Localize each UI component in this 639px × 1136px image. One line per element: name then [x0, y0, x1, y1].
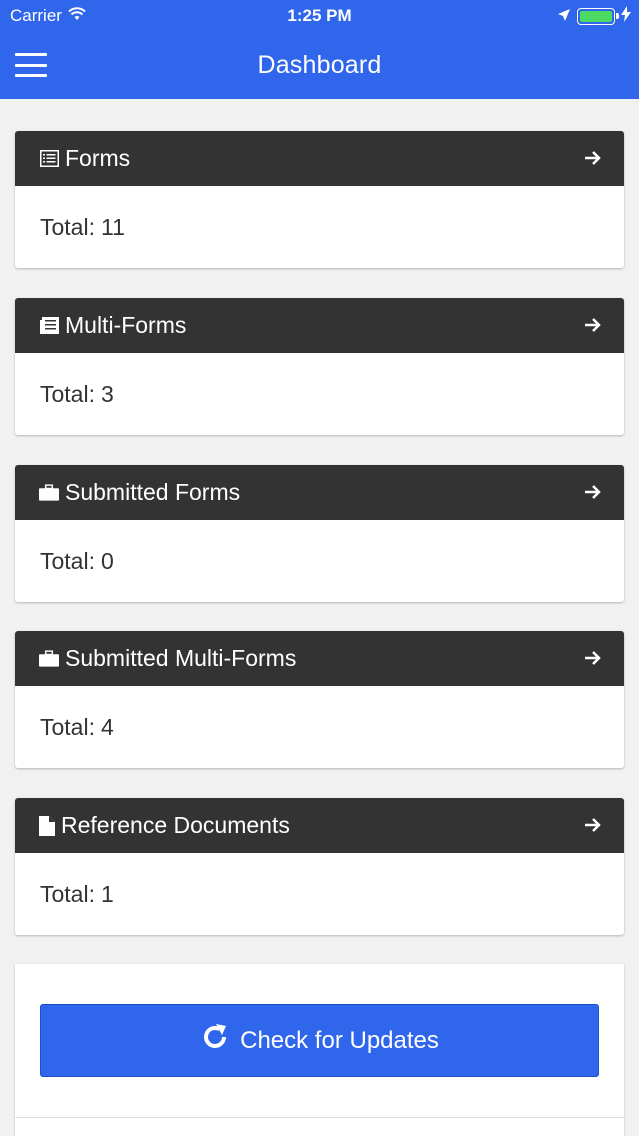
status-time: 1:25 PM	[287, 6, 352, 25]
multi-forms-card-body: Total: 3	[15, 353, 624, 435]
submitted-multi-forms-total-value: 4	[100, 713, 114, 740]
submitted-forms-card-body: Total: 0	[15, 520, 624, 602]
reference-documents-card-title: Reference Documents	[61, 812, 290, 838]
arrow-right-icon[interactable]	[584, 646, 602, 672]
update-card: Check for Updates	[15, 964, 624, 1136]
divider	[15, 1117, 624, 1118]
submitted-multi-forms-card-title: Submitted Multi-Forms	[65, 645, 297, 671]
location-arrow-icon	[557, 7, 571, 27]
check-for-updates-button[interactable]: Check for Updates	[40, 1004, 599, 1077]
total-label: Total:	[40, 213, 95, 240]
app-header: Dashboard	[0, 33, 639, 99]
forms-total-value: 11	[100, 213, 125, 240]
reference-documents-card: Reference Documents Total: 1	[15, 798, 624, 935]
status-bar: Carrier 1:25 PM	[0, 0, 639, 33]
check-for-updates-label: Check for Updates	[240, 1026, 439, 1054]
submitted-multi-forms-card: Submitted Multi-Forms Total: 4	[15, 631, 624, 768]
arrow-right-icon[interactable]	[584, 313, 602, 339]
reference-documents-card-header[interactable]: Reference Documents	[15, 798, 624, 853]
submitted-multi-forms-card-header[interactable]: Submitted Multi-Forms	[15, 631, 624, 686]
multi-forms-card: Multi-Forms Total: 3	[15, 298, 624, 435]
bolt-icon	[621, 6, 631, 27]
submitted-forms-card-header[interactable]: Submitted Forms	[15, 465, 624, 520]
submitted-forms-total-value: 0	[100, 547, 114, 574]
multi-forms-card-header[interactable]: Multi-Forms	[15, 298, 624, 353]
submitted-forms-card-title: Submitted Forms	[65, 479, 241, 505]
arrow-right-icon[interactable]	[584, 813, 602, 839]
file-icon	[39, 815, 55, 836]
battery-icon	[577, 8, 619, 25]
forms-card-body: Total: 11	[15, 186, 624, 268]
reference-documents-total-value: 1	[100, 880, 114, 907]
page-title: Dashboard	[257, 51, 382, 79]
multi-forms-card-title: Multi-Forms	[65, 312, 187, 338]
total-label: Total:	[40, 380, 95, 407]
briefcase-icon	[39, 649, 59, 669]
briefcase-icon	[39, 483, 59, 503]
forms-card: Forms Total: 11	[15, 131, 624, 268]
status-right	[557, 6, 631, 27]
arrow-right-icon[interactable]	[584, 146, 602, 172]
total-label: Total:	[40, 713, 95, 740]
reference-documents-card-body: Total: 1	[15, 853, 624, 935]
forms-card-title: Forms	[65, 145, 131, 171]
forms-card-header[interactable]: Forms	[15, 131, 624, 186]
list-icon	[39, 149, 59, 169]
total-label: Total:	[40, 547, 95, 574]
multi-forms-total-value: 3	[100, 380, 114, 407]
submitted-forms-card: Submitted Forms Total: 0	[15, 465, 624, 602]
refresh-icon	[200, 1022, 230, 1059]
submitted-multi-forms-card-body: Total: 4	[15, 686, 624, 768]
total-label: Total:	[40, 880, 95, 907]
newspaper-icon	[39, 316, 59, 336]
arrow-right-icon[interactable]	[584, 480, 602, 506]
